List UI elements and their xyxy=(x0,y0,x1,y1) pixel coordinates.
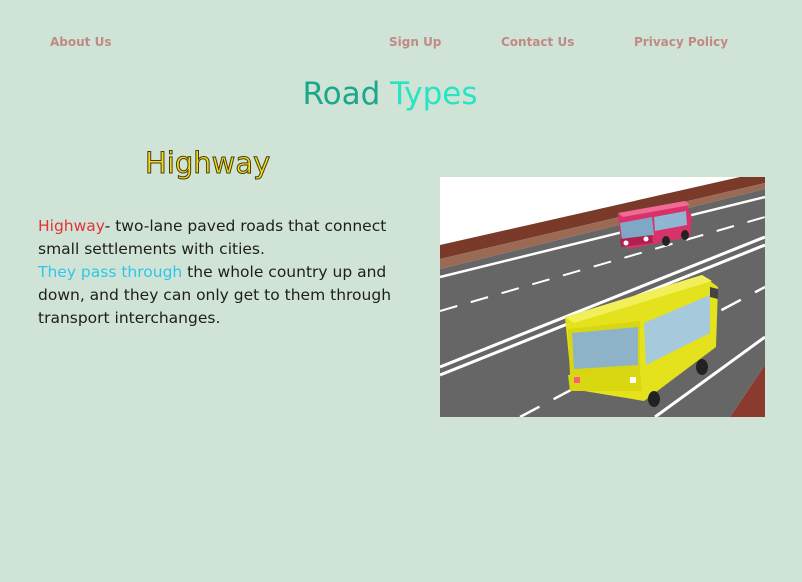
highway-description: Highway- two-lane paved roads that conne… xyxy=(38,215,423,330)
page-title: Road Types xyxy=(0,76,780,112)
highway-term: Highway xyxy=(38,217,105,235)
nav-link-privacy-policy[interactable]: Privacy Policy xyxy=(634,35,728,49)
nav-link-sign-up[interactable]: Sign Up xyxy=(389,35,441,49)
highway-buses-image xyxy=(440,177,765,417)
highway-description-highlight: They pass through xyxy=(38,263,183,281)
section-title-highway: Highway xyxy=(144,146,271,181)
page-title-word-types: Types xyxy=(390,76,478,112)
nav-link-about-us[interactable]: About Us xyxy=(50,35,111,49)
nav-link-contact-us[interactable]: Contact Us xyxy=(501,35,574,49)
page-title-word-road: Road xyxy=(302,76,381,112)
